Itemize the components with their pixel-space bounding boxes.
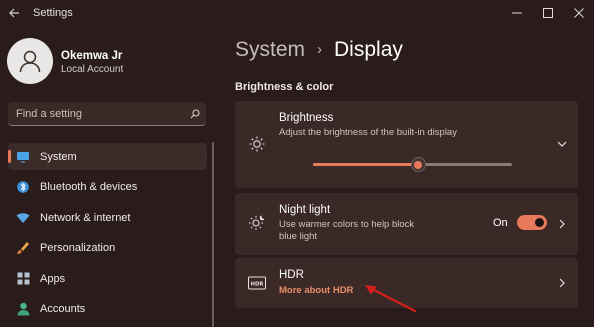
search-icon[interactable]	[184, 108, 206, 119]
sidebar-item-apps[interactable]: Apps	[8, 265, 207, 292]
monitor-icon	[16, 150, 30, 164]
wifi-icon	[16, 211, 30, 225]
brush-icon	[16, 241, 30, 255]
close-button[interactable]	[563, 0, 594, 26]
night-light-description-line2: blue light	[279, 231, 318, 242]
hdr-title: HDR	[279, 269, 304, 281]
sidebar-item-label: System	[40, 150, 77, 163]
person-icon	[16, 302, 30, 316]
app-title: Settings	[33, 7, 73, 19]
breadcrumb-separator: ›	[317, 41, 323, 58]
sidebar-item-accounts[interactable]: Accounts	[8, 296, 207, 323]
night-light-description-line1: Use warmer colors to help block	[279, 219, 415, 230]
slider-thumb-dot	[414, 160, 423, 169]
chevron-down-icon[interactable]	[556, 138, 568, 150]
sidebar-item-label: Personalization	[40, 242, 116, 254]
breadcrumb-parent[interactable]: System	[235, 38, 305, 62]
account-type: Local Account	[61, 64, 124, 75]
page-title: Display	[334, 38, 403, 61]
search-placeholder: Find a setting	[16, 107, 83, 120]
brightness-title: Brightness	[279, 112, 334, 124]
night-light-icon	[248, 213, 266, 231]
user-name: Okemwa Jr	[61, 50, 123, 62]
toggle-state-label: On	[493, 217, 508, 229]
window-controls	[501, 0, 594, 26]
sidebar-scrollbar[interactable]	[212, 142, 214, 327]
search-input[interactable]: Find a setting	[8, 102, 206, 126]
chevron-right-icon[interactable]	[556, 218, 568, 230]
maximize-icon	[542, 8, 553, 18]
avatar[interactable]	[7, 38, 53, 84]
brightness-description: Adjust the brightness of the built-in di…	[279, 127, 457, 138]
active-indicator	[8, 150, 11, 163]
brightness-card[interactable]: Brightness Adjust the brightness of the …	[235, 101, 578, 188]
close-icon	[573, 8, 584, 18]
sidebar: Okemwa Jr Local Account Find a setting S…	[0, 26, 215, 327]
sidebar-item-label: Network & internet	[40, 211, 131, 224]
sidebar-nav: System Bluetooth & devices Network & int…	[0, 143, 215, 326]
night-light-card[interactable]: Night light Use warmer colors to help bl…	[235, 193, 578, 255]
night-light-title: Night light	[279, 204, 331, 216]
minimize-button[interactable]	[501, 0, 532, 26]
night-light-toggle[interactable]	[517, 215, 547, 230]
bluetooth-icon	[16, 180, 30, 194]
minimize-icon	[511, 12, 522, 14]
sidebar-item-network[interactable]: Network & internet	[8, 204, 207, 231]
toggle-knob	[535, 218, 544, 227]
maximize-button[interactable]	[532, 0, 563, 26]
hdr-card[interactable]: HDR HDR More about HDR	[235, 258, 578, 308]
chevron-right-icon[interactable]	[556, 277, 568, 289]
breadcrumb: System › Display	[235, 38, 403, 62]
main-content: System › Display Brightness & color Brig…	[235, 26, 594, 327]
sidebar-item-personalization[interactable]: Personalization	[8, 235, 207, 262]
sidebar-item-bluetooth[interactable]: Bluetooth & devices	[8, 174, 207, 201]
brightness-icon	[248, 135, 266, 153]
hdr-icon: HDR	[248, 274, 266, 292]
hdr-icon-text: HDR	[251, 282, 264, 288]
section-title: Brightness & color	[235, 81, 334, 93]
sidebar-item-system[interactable]: System	[8, 143, 207, 170]
brightness-slider-thumb[interactable]	[410, 157, 426, 172]
sidebar-item-label: Accounts	[40, 303, 86, 315]
apps-icon	[16, 272, 30, 286]
more-about-hdr-link[interactable]: More about HDR	[279, 285, 353, 296]
brightness-slider-fill	[313, 163, 419, 166]
back-button[interactable]	[1, 0, 27, 26]
back-arrow-icon	[8, 8, 19, 18]
person-icon	[19, 50, 41, 73]
title-bar: Settings	[0, 0, 594, 26]
sidebar-item-label: Bluetooth & devices	[40, 181, 138, 193]
sidebar-item-label: Apps	[40, 272, 66, 285]
